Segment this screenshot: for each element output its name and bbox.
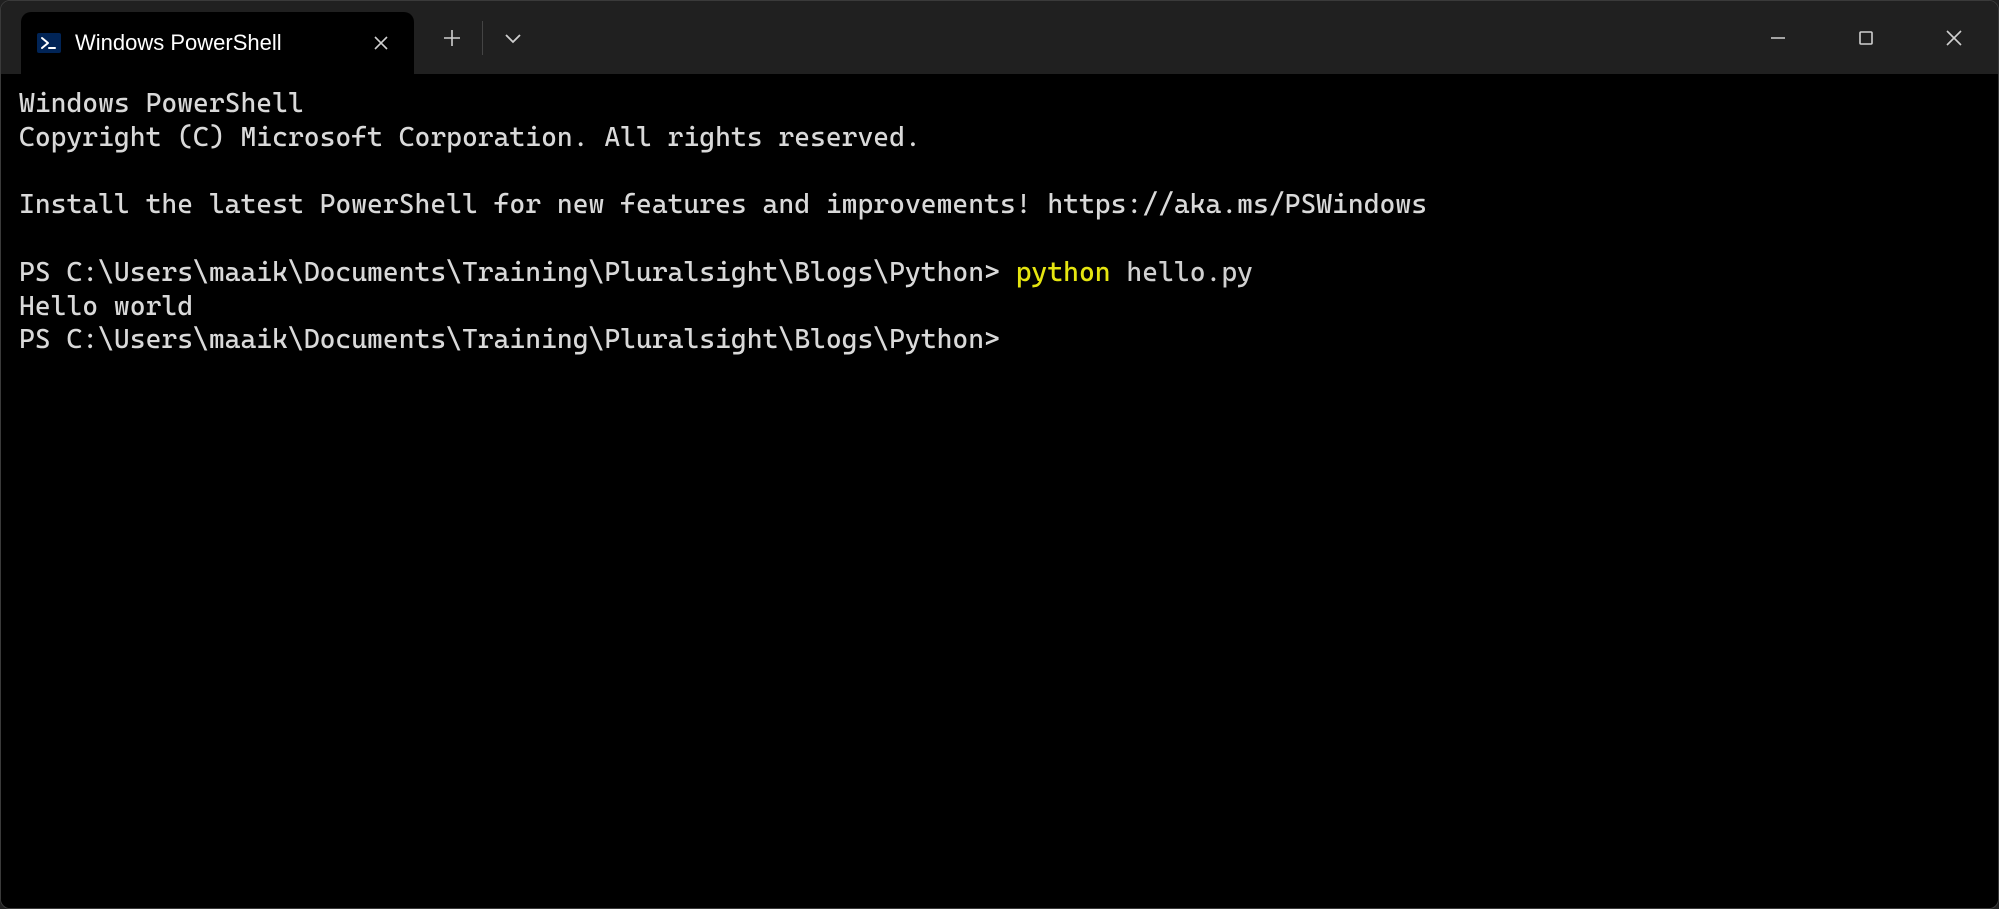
tab-powershell[interactable]: Windows PowerShell — [21, 12, 414, 74]
window-controls — [1734, 1, 1998, 74]
command-output: Hello world — [19, 291, 193, 322]
terminal-output: Windows PowerShell Copyright (C) Microso… — [19, 87, 1980, 357]
minimize-button[interactable] — [1734, 1, 1822, 74]
tabbar-controls — [422, 1, 543, 74]
new-tab-button[interactable] — [422, 1, 482, 74]
chevron-down-icon — [504, 32, 522, 44]
tab-title: Windows PowerShell — [75, 30, 282, 56]
tab-dropdown-button[interactable] — [483, 1, 543, 74]
maximize-icon — [1858, 30, 1874, 46]
terminal-body[interactable]: Windows PowerShell Copyright (C) Microso… — [1, 75, 1998, 908]
tabs-area: Windows PowerShell — [1, 1, 543, 74]
command-executable: python — [1016, 257, 1111, 288]
powershell-icon — [37, 31, 61, 55]
prompt: PS C:\Users\maaik\Documents\Training\Plu… — [19, 324, 1000, 355]
banner-line: Windows PowerShell — [19, 88, 304, 119]
terminal-window: Windows PowerShell — [0, 0, 1999, 909]
close-icon — [373, 35, 389, 51]
close-icon — [1945, 29, 1963, 47]
minimize-icon — [1769, 29, 1787, 47]
plus-icon — [443, 29, 461, 47]
banner-line: Install the latest PowerShell for new fe… — [19, 189, 1427, 220]
maximize-button[interactable] — [1822, 1, 1910, 74]
banner-line: Copyright (C) Microsoft Corporation. All… — [19, 122, 921, 153]
command-argument: hello.py — [1111, 257, 1253, 288]
tab-close-button[interactable] — [366, 28, 396, 58]
prompt: PS C:\Users\maaik\Documents\Training\Plu… — [19, 257, 1016, 288]
close-window-button[interactable] — [1910, 1, 1998, 74]
title-bar[interactable]: Windows PowerShell — [1, 1, 1998, 75]
